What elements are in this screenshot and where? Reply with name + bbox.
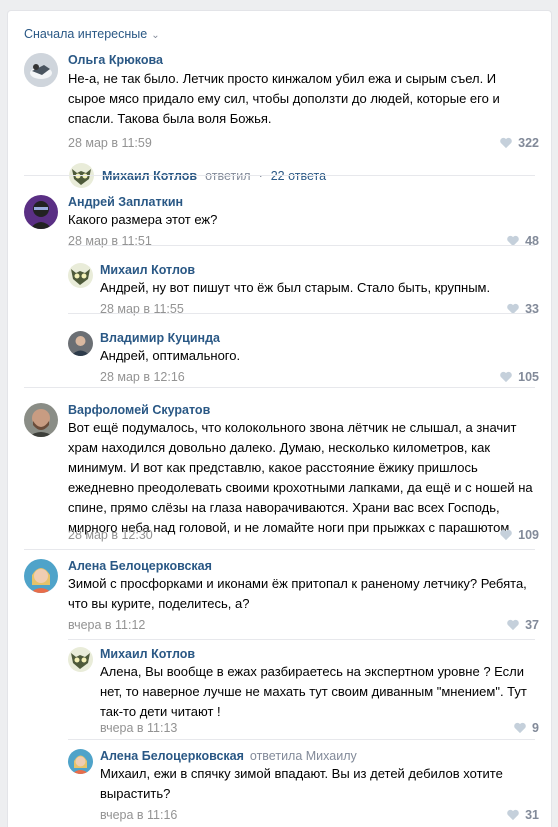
heart-icon — [500, 371, 512, 383]
comment-text: Не-а, не так было. Летчик просто кинжало… — [68, 71, 500, 126]
comment-author[interactable]: Михаил Котлов — [100, 647, 195, 661]
like-count: 322 — [518, 136, 539, 150]
avatar[interactable] — [24, 403, 58, 437]
comment-author[interactable]: Михаил Котлов — [100, 263, 195, 277]
avatar[interactable] — [68, 263, 93, 288]
comment-date[interactable]: вчера в 11:12 — [68, 618, 145, 632]
divider — [68, 313, 535, 314]
chevron-down-icon: ⌄ — [151, 30, 160, 41]
comments-panel: Сначала интересные ⌄ Ольга Крюкова Не-а, … — [7, 10, 552, 827]
comment-date[interactable]: 28 мар в 12:30 — [68, 528, 153, 542]
heart-icon — [507, 619, 519, 631]
like-count: 105 — [518, 370, 539, 384]
avatar[interactable] — [24, 53, 58, 87]
comment-date[interactable]: 28 мар в 12:16 — [100, 370, 185, 384]
heart-icon — [500, 529, 512, 541]
comment-text: Алена, Вы вообще в ежах разбираетесь на … — [100, 664, 527, 719]
comment-author[interactable]: Алена Белоцерковская ответила Михаилу — [100, 749, 357, 763]
avatar[interactable] — [68, 749, 93, 774]
heart-icon — [507, 809, 519, 821]
like-button[interactable]: 31 — [506, 808, 539, 822]
heart-icon — [500, 137, 512, 149]
like-count: 109 — [518, 528, 539, 542]
comment-text: Какого размера этот еж? — [68, 212, 218, 227]
comment-date[interactable]: вчера в 11:13 — [100, 721, 177, 735]
divider — [24, 387, 535, 388]
like-button[interactable]: 109 — [499, 528, 539, 542]
comment-text: Вот ещё подумалось, что колокольного зво… — [68, 420, 533, 535]
comment-author[interactable]: Алена Белоцерковская — [68, 559, 212, 573]
like-count: 37 — [525, 618, 539, 632]
comment-text: Зимой с просфорками и иконами ёж притопа… — [68, 576, 527, 611]
author-name[interactable]: Алена Белоцерковская — [100, 749, 244, 763]
comment-date[interactable]: 28 мар в 11:59 — [68, 136, 152, 150]
comment-author[interactable]: Варфоломей Скуратов — [68, 403, 210, 417]
avatar[interactable] — [68, 331, 93, 356]
reply-verb: ответила Михаилу — [249, 749, 357, 763]
divider — [68, 739, 535, 740]
sort-label: Сначала интересные — [24, 27, 148, 41]
divider — [68, 245, 535, 246]
comment-text: Андрей, оптимального. — [100, 348, 241, 363]
comment-author[interactable]: Владимир Куцинда — [100, 331, 220, 345]
comment-author[interactable]: Андрей Заплаткин — [68, 195, 183, 209]
avatar[interactable] — [24, 559, 58, 593]
like-button[interactable]: 37 — [506, 618, 539, 632]
comment-text: Михаил, ежи в спячку зимой впадают. Вы и… — [100, 766, 503, 801]
heart-icon — [514, 722, 526, 734]
sort-dropdown[interactable]: Сначала интересные ⌄ — [24, 27, 160, 41]
like-button[interactable]: 105 — [499, 370, 539, 384]
divider — [68, 639, 535, 640]
comment-author[interactable]: Ольга Крюкова — [68, 53, 163, 67]
like-count: 9 — [532, 721, 539, 735]
divider — [24, 175, 535, 176]
comment-date[interactable]: вчера в 11:16 — [100, 808, 177, 822]
like-button[interactable]: 322 — [499, 136, 539, 150]
divider — [24, 549, 535, 550]
avatar[interactable] — [68, 647, 93, 672]
comment-text: Андрей, ну вот пишут что ёж был старым. … — [100, 280, 491, 295]
like-button[interactable]: 9 — [513, 721, 539, 735]
like-count: 31 — [525, 808, 539, 822]
avatar[interactable] — [24, 195, 58, 229]
